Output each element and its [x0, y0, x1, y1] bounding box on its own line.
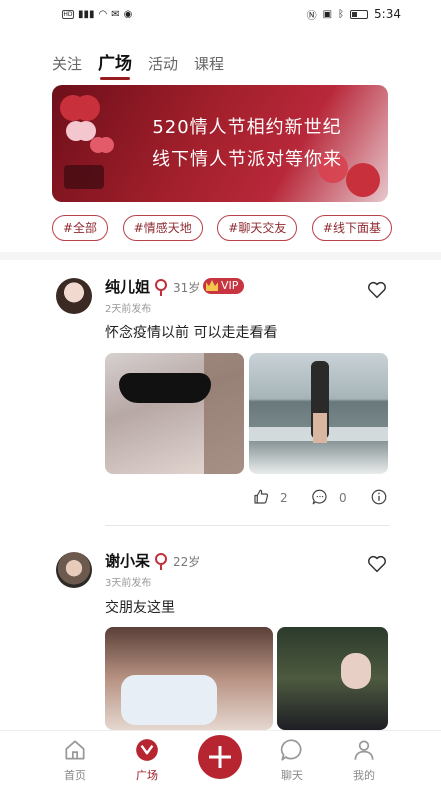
home-icon: [65, 740, 85, 760]
comment-count: 0: [339, 491, 347, 505]
female-icon: [155, 553, 167, 570]
heart-icon[interactable]: [366, 553, 388, 575]
chat-icon: [280, 739, 302, 761]
post-photo[interactable]: [105, 353, 244, 474]
post-create-button[interactable]: [198, 735, 242, 779]
post-age: 31岁: [173, 281, 201, 295]
heart-balloon-icon: [90, 137, 106, 153]
nav-chat[interactable]: 聊天: [262, 737, 322, 783]
chip-chat[interactable]: #聊天交友: [217, 215, 298, 241]
tab-square[interactable]: 广场: [98, 49, 132, 80]
photo-content: [204, 353, 244, 474]
photo-content: [119, 373, 211, 403]
hd-icon: HD: [62, 9, 74, 19]
heart-balloon-icon: [60, 95, 86, 121]
tab-follow[interactable]: 关注: [52, 53, 82, 78]
banner-subtitle: 线下情人节派对等你来: [152, 149, 342, 170]
divider: [105, 525, 389, 526]
app-notification-icon: ◉: [123, 8, 133, 20]
photo-content: [341, 653, 371, 689]
nav-square[interactable]: 广场: [117, 737, 177, 783]
bluetooth-icon: ᛒ: [338, 8, 345, 20]
heart-icon[interactable]: [366, 279, 388, 301]
vip-label: VIP: [221, 279, 239, 292]
post-text: 怀念疫情以前 可以走走看看: [105, 325, 278, 341]
post-username[interactable]: 谢小呆: [105, 550, 150, 571]
status-time: 5:34: [374, 7, 401, 21]
notification-icon: ✉: [111, 8, 120, 20]
banner-title: 520情人节相约新世纪: [152, 117, 342, 138]
photo-content: [121, 675, 217, 725]
tab-activity[interactable]: 活动: [148, 53, 178, 78]
heart-balloon-icon: [66, 121, 86, 141]
vibrate-icon: ▣: [322, 8, 333, 20]
nav-square-label: 广场: [136, 769, 158, 782]
chip-meetup[interactable]: #线下面基: [311, 215, 392, 241]
comment-icon[interactable]: [311, 488, 329, 506]
post-photo[interactable]: [105, 627, 273, 730]
crown-icon: [206, 280, 218, 291]
post-age: 22岁: [173, 555, 201, 569]
info-icon[interactable]: [370, 488, 388, 506]
vip-badge: VIP: [203, 278, 245, 294]
post-photo[interactable]: [277, 627, 388, 730]
promo-banner[interactable]: 520情人节相约新世纪 线下情人节派对等你来: [52, 85, 388, 202]
post-photo[interactable]: [249, 353, 388, 474]
nfc-icon: Ⓝ: [306, 10, 317, 22]
chip-all[interactable]: #全部: [52, 215, 109, 241]
thumbs-up-icon[interactable]: [252, 488, 270, 506]
nav-profile-label: 我的: [353, 769, 375, 782]
wifi-icon: ◠: [98, 8, 108, 20]
profile-icon: [354, 740, 374, 760]
topic-filter-chips: #全部 #情感天地 #聊天交友 #线下面基: [52, 215, 392, 241]
top-tabs: 关注 广场 活动 课程: [52, 49, 224, 80]
avatar[interactable]: [56, 552, 92, 588]
battery-icon: [350, 9, 369, 19]
gift-box-icon: [64, 165, 104, 189]
nav-profile[interactable]: 我的: [334, 737, 394, 783]
section-separator: [0, 252, 441, 260]
photo-content: [313, 413, 327, 443]
post-text: 交朋友这里: [105, 600, 175, 616]
square-icon: [136, 739, 158, 761]
signal-icon: ▮▮▮: [78, 8, 95, 20]
post-time: 3天前发布: [105, 578, 152, 589]
female-icon: [155, 279, 167, 296]
nav-home-label: 首页: [64, 769, 86, 782]
chip-emotion[interactable]: #情感天地: [122, 215, 203, 241]
nav-home[interactable]: 首页: [45, 737, 105, 783]
post-username[interactable]: 纯儿姐: [105, 276, 150, 297]
post-actions: 2 0: [0, 488, 441, 510]
avatar[interactable]: [56, 278, 92, 314]
nav-chat-label: 聊天: [281, 769, 303, 782]
post-time: 2天前发布: [105, 304, 152, 315]
tab-course[interactable]: 课程: [194, 53, 224, 78]
status-bar: HD ▮▮▮ ◠ ✉ ◉ Ⓝ ▣ ᛒ 5:34: [0, 0, 441, 28]
bottom-nav: 首页 广场 聊天 我的: [0, 730, 441, 791]
like-count: 2: [280, 491, 288, 505]
